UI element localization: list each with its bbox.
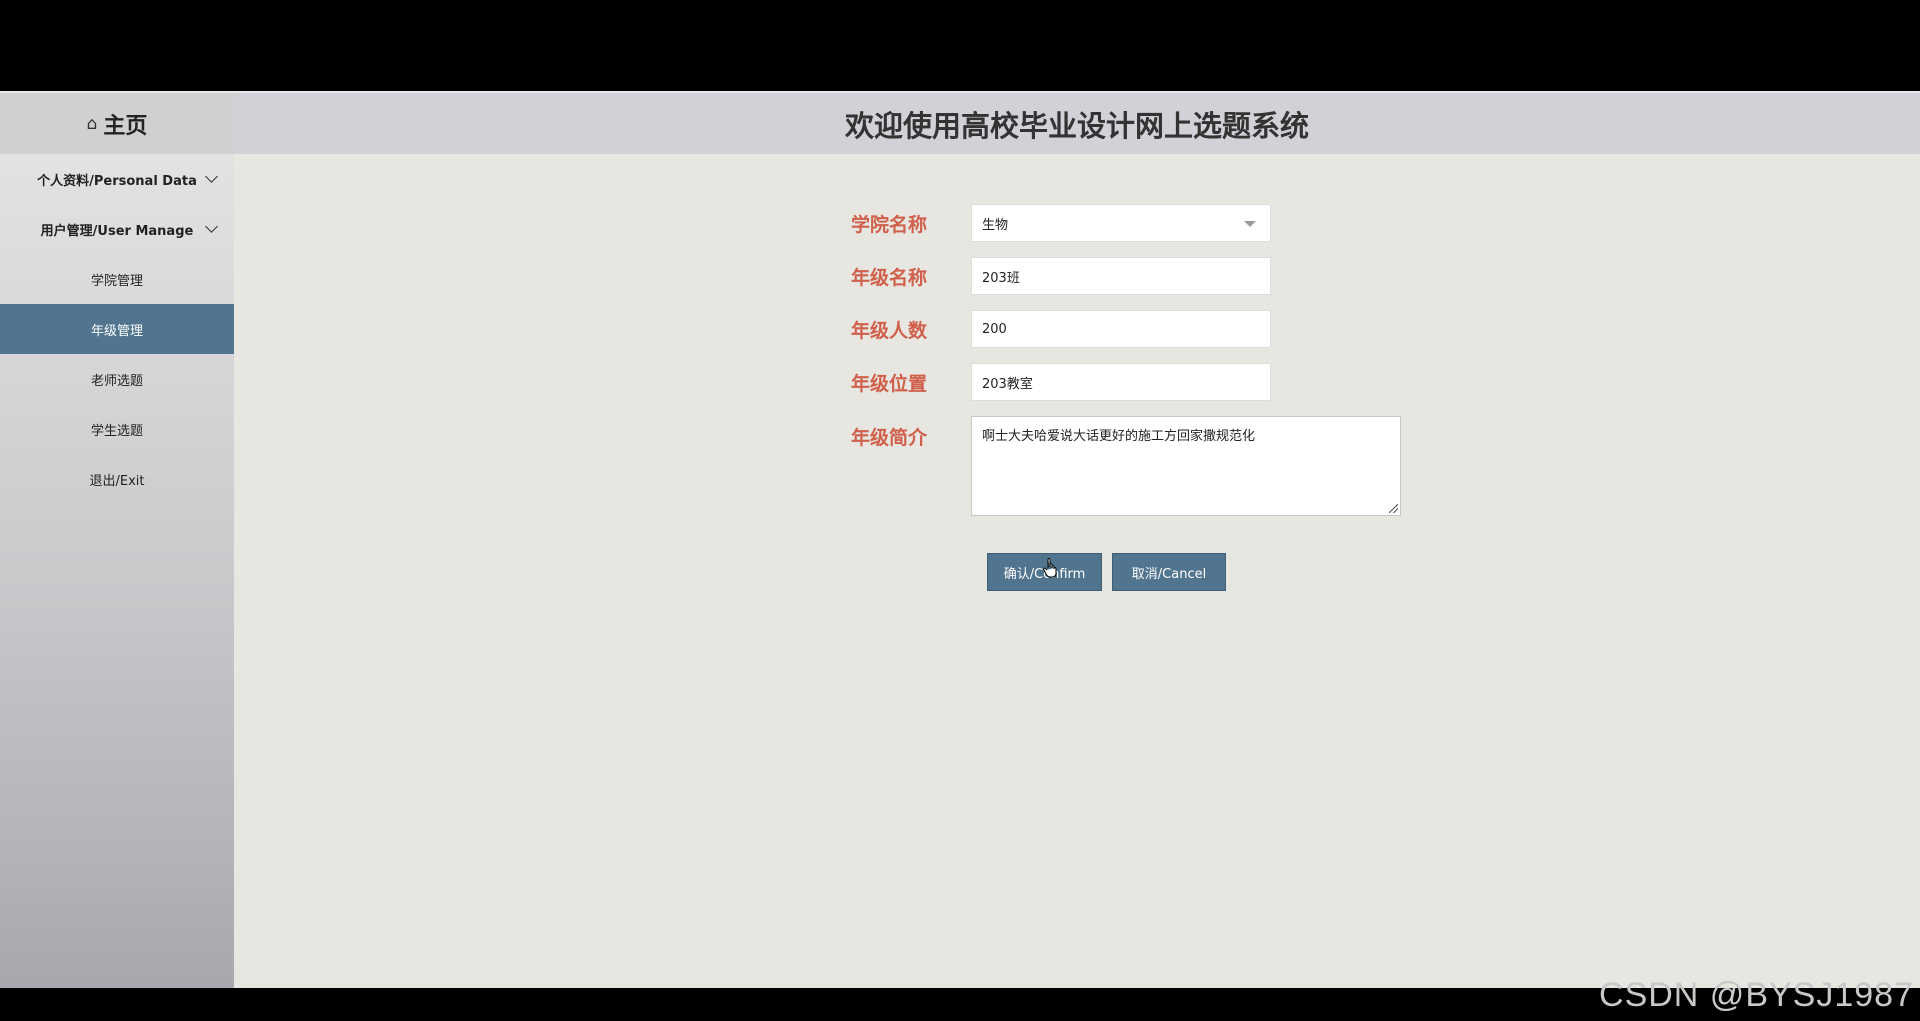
sidebar-item-label: 老师选题 bbox=[90, 373, 143, 389]
grade-location-value: 203教室 bbox=[982, 376, 1033, 392]
college-select[interactable]: 生物 bbox=[971, 204, 1271, 242]
sidebar-group-label: 用户管理/User Manage bbox=[40, 223, 194, 239]
sidebar-item-college-manage[interactable]: 学院管理 bbox=[0, 254, 234, 304]
form-row-grade-name: 年级名称 203班 bbox=[851, 257, 1271, 295]
grade-count-value: 200 bbox=[982, 321, 1007, 337]
dropdown-caret-icon bbox=[1244, 221, 1256, 227]
resize-handle-icon[interactable] bbox=[1389, 504, 1398, 513]
watermark: CSDN @BYSJ1987 bbox=[1599, 976, 1914, 1014]
grade-name-value: 203班 bbox=[982, 270, 1020, 286]
page-title: 欢迎使用高校毕业设计网上选题系统 bbox=[234, 93, 1920, 154]
form-row-grade-count: 年级人数 200 bbox=[851, 310, 1271, 348]
chevron-down-icon bbox=[205, 170, 218, 183]
screen: ⌂ 主页 个人资料/Personal Data 用户管理/User Manage… bbox=[0, 0, 1920, 1021]
chevron-down-icon bbox=[205, 220, 218, 233]
sidebar-item-student-topics[interactable]: 学生选题 bbox=[0, 404, 234, 454]
form-row-college: 学院名称 生物 bbox=[851, 204, 1271, 242]
form-row-grade-location: 年级位置 203教室 bbox=[851, 363, 1271, 401]
cancel-button[interactable]: 取消/Cancel bbox=[1112, 553, 1226, 591]
college-select-value: 生物 bbox=[982, 217, 1009, 233]
hand-cursor-icon bbox=[1043, 558, 1057, 578]
main-content: 欢迎使用高校毕业设计网上选题系统 学院名称 生物 年级名称 203班 年级人数 … bbox=[234, 93, 1920, 988]
home-label: 主页 bbox=[103, 113, 148, 139]
grade-name-input[interactable]: 203班 bbox=[971, 257, 1271, 295]
sidebar-item-label: 学生选题 bbox=[90, 423, 143, 439]
home-icon: ⌂ bbox=[86, 113, 98, 134]
grade-location-input[interactable]: 203教室 bbox=[971, 363, 1271, 401]
sidebar-item-label: 退出/Exit bbox=[89, 473, 145, 489]
sidebar-group-user-manage[interactable]: 用户管理/User Manage bbox=[0, 204, 234, 254]
form-row-grade-intro: 年级简介 啊士大夫哈爱说大话更好的施工方回家撒规范化 bbox=[851, 416, 1401, 516]
grade-count-input[interactable]: 200 bbox=[971, 310, 1271, 348]
home-link[interactable]: ⌂ 主页 bbox=[0, 93, 234, 154]
sidebar-item-exit[interactable]: 退出/Exit bbox=[0, 454, 234, 504]
college-label: 学院名称 bbox=[851, 213, 928, 236]
sidebar-group-label: 个人资料/Personal Data bbox=[37, 173, 197, 189]
sidebar-item-teacher-topics[interactable]: 老师选题 bbox=[0, 354, 234, 404]
grade-intro-label: 年级简介 bbox=[851, 427, 928, 449]
sidebar: ⌂ 主页 个人资料/Personal Data 用户管理/User Manage… bbox=[0, 93, 234, 988]
sidebar-item-label: 年级管理 bbox=[90, 323, 143, 339]
sidebar-group-personal-data[interactable]: 个人资料/Personal Data bbox=[0, 154, 234, 204]
sidebar-item-grade-manage[interactable]: 年级管理 bbox=[0, 304, 234, 354]
grade-location-label: 年级位置 bbox=[851, 372, 928, 395]
sidebar-item-label: 学院管理 bbox=[90, 273, 143, 289]
top-black-bar bbox=[0, 0, 1920, 93]
grade-name-label: 年级名称 bbox=[851, 266, 928, 289]
grade-count-label: 年级人数 bbox=[851, 319, 928, 342]
grade-intro-textarea[interactable]: 啊士大夫哈爱说大话更好的施工方回家撒规范化 bbox=[971, 416, 1401, 516]
grade-intro-value: 啊士大夫哈爱说大话更好的施工方回家撒规范化 bbox=[982, 429, 1256, 444]
